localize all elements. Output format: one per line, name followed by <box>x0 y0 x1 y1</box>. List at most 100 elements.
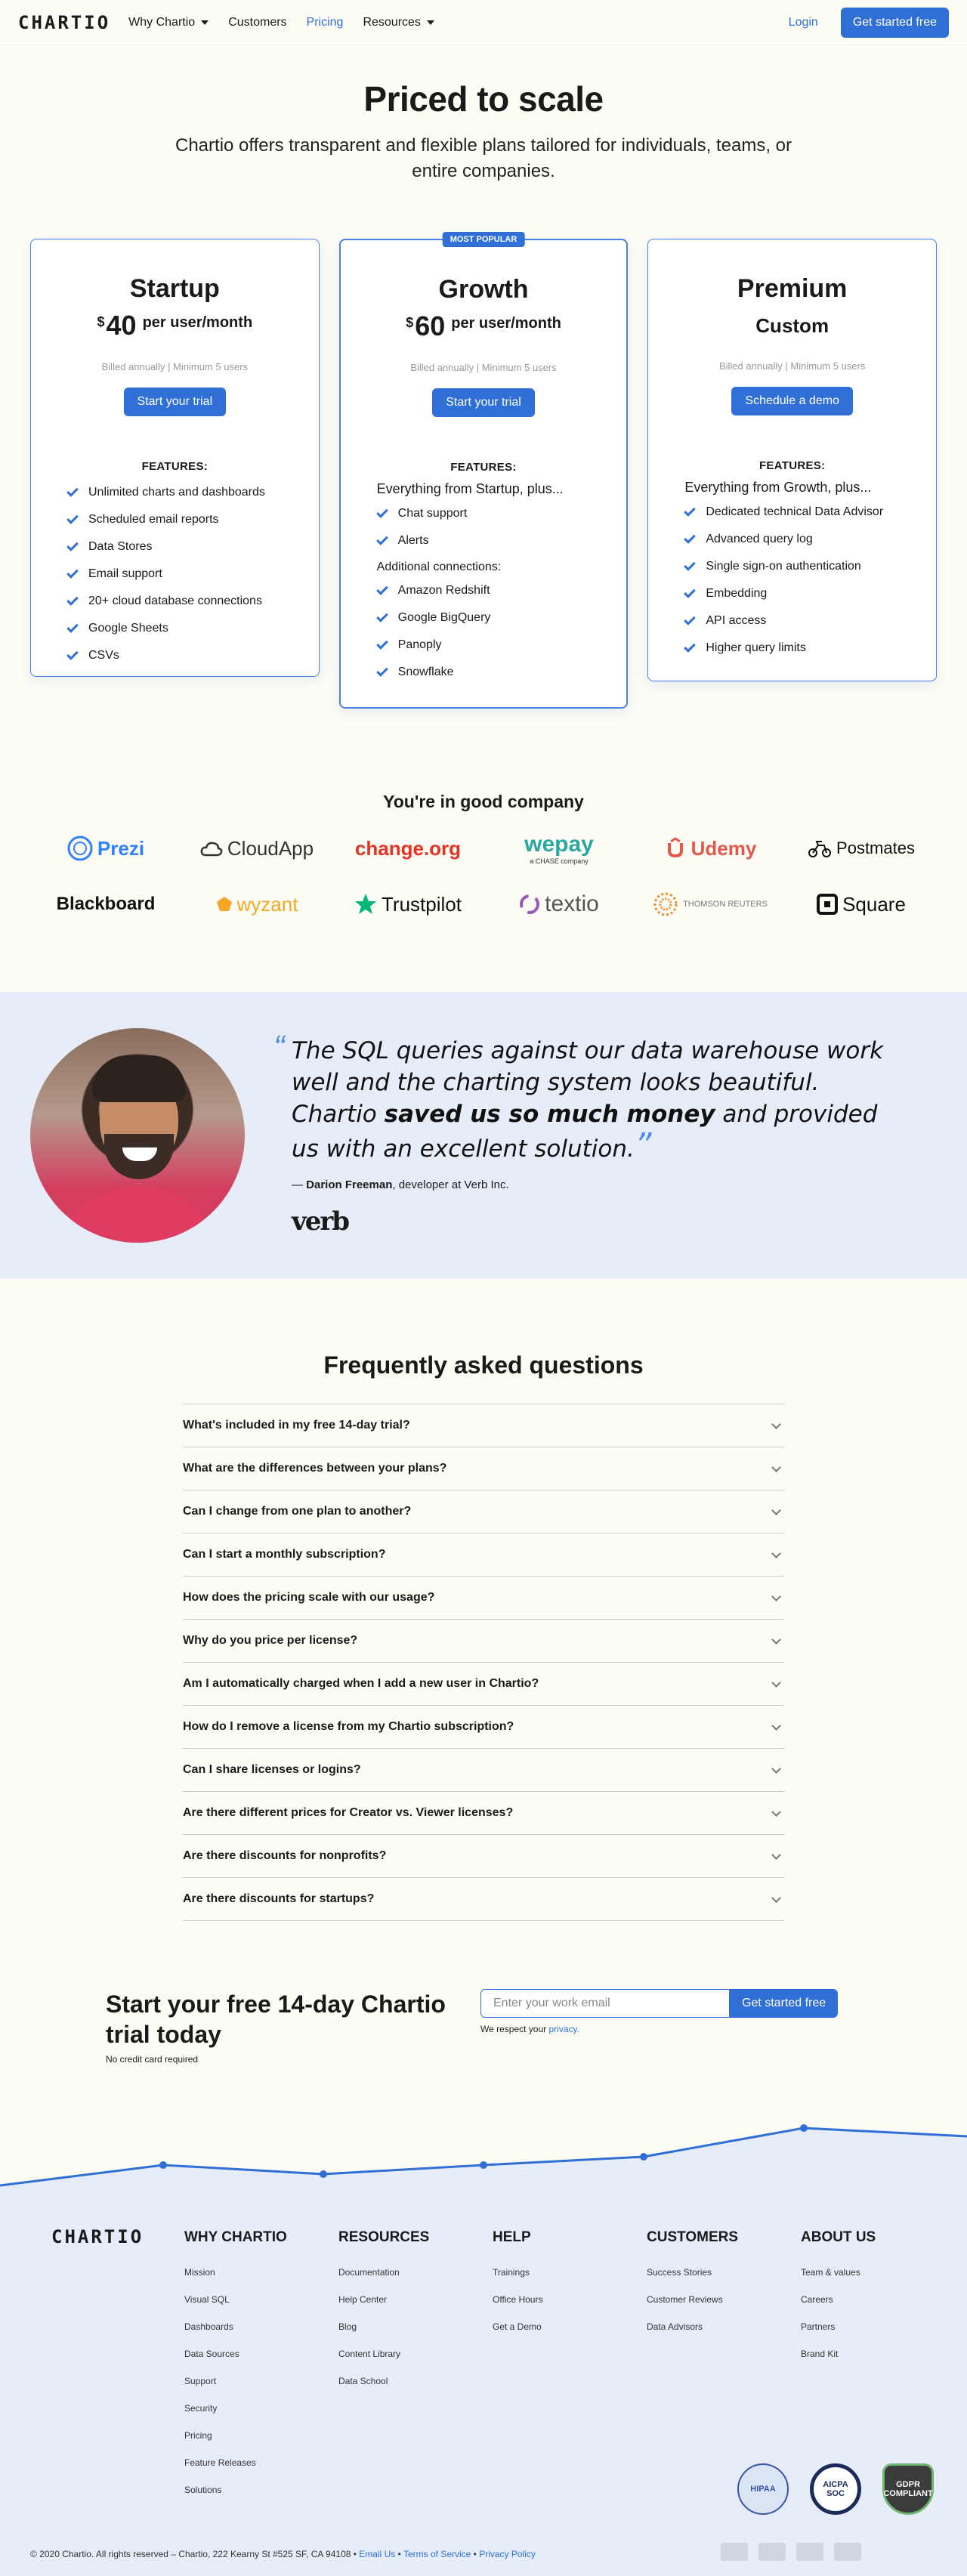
footer-link[interactable]: Brand Kit <box>801 2349 955 2376</box>
login-link[interactable]: Login <box>789 16 818 29</box>
udemy-logo: Udemy <box>635 835 786 862</box>
faq-item[interactable]: Can I change from one plan to another? <box>183 1490 784 1534</box>
chevron-down-icon <box>771 1591 781 1602</box>
logo-text: wepay <box>524 832 594 857</box>
prezi-icon <box>67 836 93 861</box>
nav-customers[interactable]: Customers <box>228 16 286 29</box>
email-us-link[interactable]: Email Us <box>359 2549 395 2559</box>
footer-link[interactable]: Feature Releases <box>184 2457 338 2485</box>
footer-col-title: RESOURCES <box>338 2229 430 2245</box>
start-trial-button[interactable]: Start your trial <box>432 388 535 417</box>
author-name: Darion Freeman <box>306 1178 393 1191</box>
footer-link[interactable]: Dashboards <box>184 2321 338 2349</box>
logo-text: Square <box>842 892 906 916</box>
feature-item: Dedicated technical Data Advisor <box>684 499 936 526</box>
chevron-down-icon <box>771 1806 781 1817</box>
footer-link[interactable]: Data Sources <box>184 2349 338 2376</box>
feature-item: Single sign-on authentication <box>684 553 936 580</box>
footer-col-resources: RESOURCES Documentation Help Center Blog… <box>338 2226 493 2512</box>
feature-list: Everything from Startup, plus... Chat su… <box>341 481 627 686</box>
footer-link[interactable]: Security <box>184 2403 338 2430</box>
footer-link[interactable]: Careers <box>801 2294 955 2321</box>
footer-link[interactable]: Partners <box>801 2321 955 2349</box>
feature-item: Amazon Redshift <box>375 577 627 604</box>
plan-price-custom: Custom <box>755 314 830 337</box>
footer-link[interactable]: Content Library <box>338 2349 493 2376</box>
nav-why-chartio[interactable]: Why Chartio <box>128 16 209 29</box>
quote-emphasis: saved us so much money <box>384 1100 715 1128</box>
faq-item[interactable]: Am I automatically charged when I add a … <box>183 1663 784 1706</box>
footer-link[interactable]: Support <box>184 2376 338 2403</box>
faq-title: Frequently asked questions <box>323 1351 644 1379</box>
privacy-policy-link[interactable]: Privacy Policy <box>479 2549 536 2559</box>
social-icon[interactable] <box>796 2543 823 2561</box>
feature-intro: Everything from Growth, plus... <box>684 480 872 495</box>
social-icon[interactable] <box>758 2543 786 2561</box>
feature-item: Higher query limits <box>684 635 936 662</box>
faq-item[interactable]: How does the pricing scale with our usag… <box>183 1577 784 1620</box>
social-icon[interactable] <box>721 2543 748 2561</box>
chartio-logo[interactable]: CHARTIO <box>18 12 110 33</box>
social-icon[interactable] <box>834 2543 861 2561</box>
footer-link[interactable]: Mission <box>184 2267 338 2294</box>
footer-link[interactable]: Trainings <box>493 2267 647 2294</box>
footer-link[interactable]: Customer Reviews <box>647 2294 801 2321</box>
faq-item[interactable]: How do I remove a license from my Charti… <box>183 1706 784 1749</box>
square-icon <box>817 894 839 915</box>
logo-text: CloudApp <box>227 836 314 860</box>
footer-link[interactable]: Blog <box>338 2321 493 2349</box>
footer-link[interactable]: Visual SQL <box>184 2294 338 2321</box>
faq-item[interactable]: What's included in my free 14-day trial? <box>183 1404 784 1447</box>
features-heading: FEATURES: <box>450 461 517 474</box>
faq-item[interactable]: Are there different prices for Creator v… <box>183 1792 784 1835</box>
schedule-demo-button[interactable]: Schedule a demo <box>731 387 853 415</box>
footer-link[interactable]: Data Advisors <box>647 2321 801 2349</box>
site-header: CHARTIO Why Chartio Customers Pricing Re… <box>0 0 967 45</box>
check-icon <box>684 641 697 653</box>
footer-link[interactable]: Documentation <box>338 2267 493 2294</box>
terms-link[interactable]: Terms of Service <box>403 2549 471 2559</box>
footer-link[interactable]: Team & values <box>801 2267 955 2294</box>
page-subtitle: Chartio offers transparent and flexible … <box>175 135 792 181</box>
faq-item[interactable]: Are there discounts for startups? <box>183 1878 784 1921</box>
footer-logo[interactable]: CHARTIO <box>51 2226 184 2512</box>
copyright: © 2020 Chartio. All rights reserved – Ch… <box>30 2549 536 2559</box>
footer-link[interactable]: Solutions <box>184 2485 338 2512</box>
nav-pricing[interactable]: Pricing <box>307 16 344 29</box>
plan-card-growth: MOST POPULAR Growth $ 60 per user/month … <box>338 232 629 709</box>
cloud-icon <box>200 842 223 857</box>
work-email-input[interactable] <box>480 1989 730 2018</box>
attribution-dash: — <box>292 1178 307 1191</box>
feature-label: Chat support <box>397 507 468 520</box>
nav-label: Pricing <box>306 15 344 29</box>
faq-item[interactable]: Why do you price per license? <box>183 1620 784 1663</box>
price-amount: 60 <box>415 310 446 341</box>
start-trial-button[interactable]: Start your trial <box>123 388 227 416</box>
footer-link[interactable]: Success Stories <box>647 2267 801 2294</box>
feature-item: API access <box>684 607 936 635</box>
faq-item[interactable]: Are there discounts for nonprofits? <box>183 1835 784 1878</box>
wyzant-icon <box>216 897 232 911</box>
site-footer: CHARTIO WHY CHARTIO Mission Visual SQL D… <box>0 2210 967 2576</box>
privacy-text: We respect your <box>480 2024 549 2034</box>
nav-label: Customers <box>228 15 287 29</box>
nav-resources[interactable]: Resources <box>363 16 434 29</box>
faq-item[interactable]: What are the differences between your pl… <box>183 1447 784 1490</box>
trial-submit-button[interactable]: Get started free <box>730 1989 839 2018</box>
footer-link[interactable]: Pricing <box>184 2430 338 2457</box>
footer-link[interactable]: Get a Demo <box>493 2321 647 2349</box>
price-amount: 40 <box>106 310 137 341</box>
faq-item[interactable]: Can I share licenses or logins? <box>183 1749 784 1792</box>
faq-question: Are there discounts for nonprofits? <box>183 1849 387 1862</box>
faq-item[interactable]: Can I start a monthly subscription? <box>183 1534 784 1577</box>
postmates-icon <box>808 841 832 857</box>
footer-link[interactable]: Help Center <box>338 2294 493 2321</box>
faq-question: Can I start a monthly subscription? <box>183 1548 386 1561</box>
faq-question: How do I remove a license from my Charti… <box>183 1720 514 1733</box>
privacy-link[interactable]: privacy. <box>548 2024 579 2034</box>
footer-link[interactable]: Data School <box>338 2376 493 2403</box>
get-started-button[interactable]: Get started free <box>840 7 949 38</box>
feature-label: Panoply <box>397 638 442 651</box>
footer-link[interactable]: Office Hours <box>493 2294 647 2321</box>
chevron-down-icon <box>771 1505 781 1515</box>
